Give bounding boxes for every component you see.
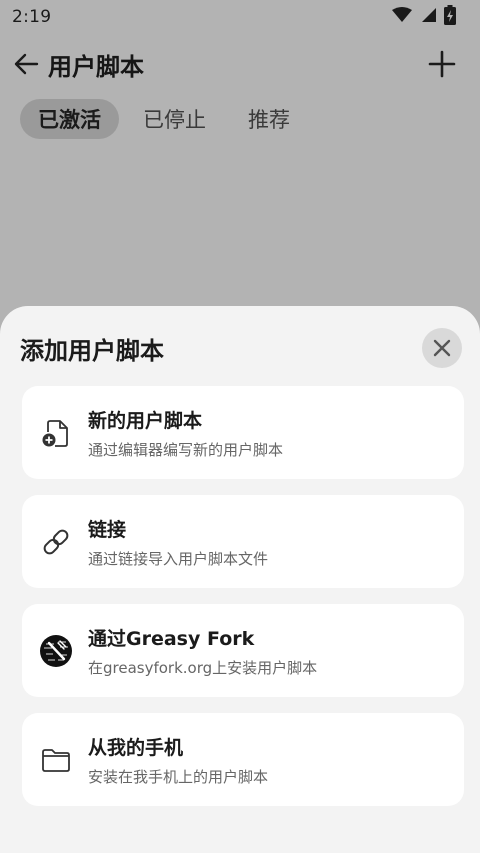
- app-bar: 用户脚本: [0, 36, 480, 92]
- status-bar: 2:19: [0, 0, 480, 34]
- option-title: 链接: [88, 518, 127, 541]
- new-file-icon: [40, 417, 72, 449]
- option-description: 在greasyfork.org上安装用户脚本: [88, 658, 318, 677]
- close-icon: [433, 339, 451, 357]
- battery-icon: [444, 5, 456, 29]
- option-from-phone[interactable]: 从我的手机 安装在我手机上的用户脚本: [22, 713, 464, 806]
- option-description: 安装在我手机上的用户脚本: [88, 767, 269, 786]
- tab-stopped[interactable]: 已停止: [125, 99, 224, 139]
- page-title: 用户脚本: [48, 52, 144, 81]
- arrow-left-icon: [14, 53, 39, 75]
- sheet-header: 添加用户脚本: [20, 326, 462, 370]
- plus-icon: [428, 50, 456, 78]
- status-icons: [392, 5, 456, 29]
- close-button[interactable]: [422, 328, 462, 368]
- option-new-script[interactable]: 新的用户脚本 通过编辑器编写新的用户脚本: [22, 386, 464, 479]
- greasyfork-logo-icon: [40, 634, 72, 667]
- sheet-title: 添加用户脚本: [20, 336, 164, 365]
- add-script-sheet: 添加用户脚本 新的用户脚本 通过编辑器编写新的用户脚本 链接 通过链接导入用户脚…: [0, 306, 480, 853]
- tab-bar: 已激活 已停止 推荐: [20, 98, 308, 140]
- option-title: 新的用户脚本: [88, 409, 203, 432]
- tab-activated[interactable]: 已激活: [20, 99, 119, 139]
- back-button[interactable]: [6, 44, 46, 84]
- option-title: 从我的手机: [88, 736, 184, 759]
- option-greasy-fork[interactable]: 通过Greasy Fork 在greasyfork.org上安装用户脚本: [22, 604, 464, 697]
- status-time: 2:19: [12, 7, 52, 27]
- option-list: 新的用户脚本 通过编辑器编写新的用户脚本 链接 通过链接导入用户脚本文件 通过G…: [22, 386, 464, 806]
- link-icon: [40, 526, 72, 558]
- option-title: 通过Greasy Fork: [88, 627, 255, 650]
- option-link[interactable]: 链接 通过链接导入用户脚本文件: [22, 495, 464, 588]
- option-description: 通过编辑器编写新的用户脚本: [88, 440, 284, 459]
- tab-recommended[interactable]: 推荐: [230, 99, 308, 139]
- folder-icon: [40, 744, 72, 776]
- option-description: 通过链接导入用户脚本文件: [88, 549, 269, 568]
- signal-icon: [420, 7, 436, 27]
- add-script-button[interactable]: [422, 44, 462, 84]
- wifi-icon: [392, 7, 412, 27]
